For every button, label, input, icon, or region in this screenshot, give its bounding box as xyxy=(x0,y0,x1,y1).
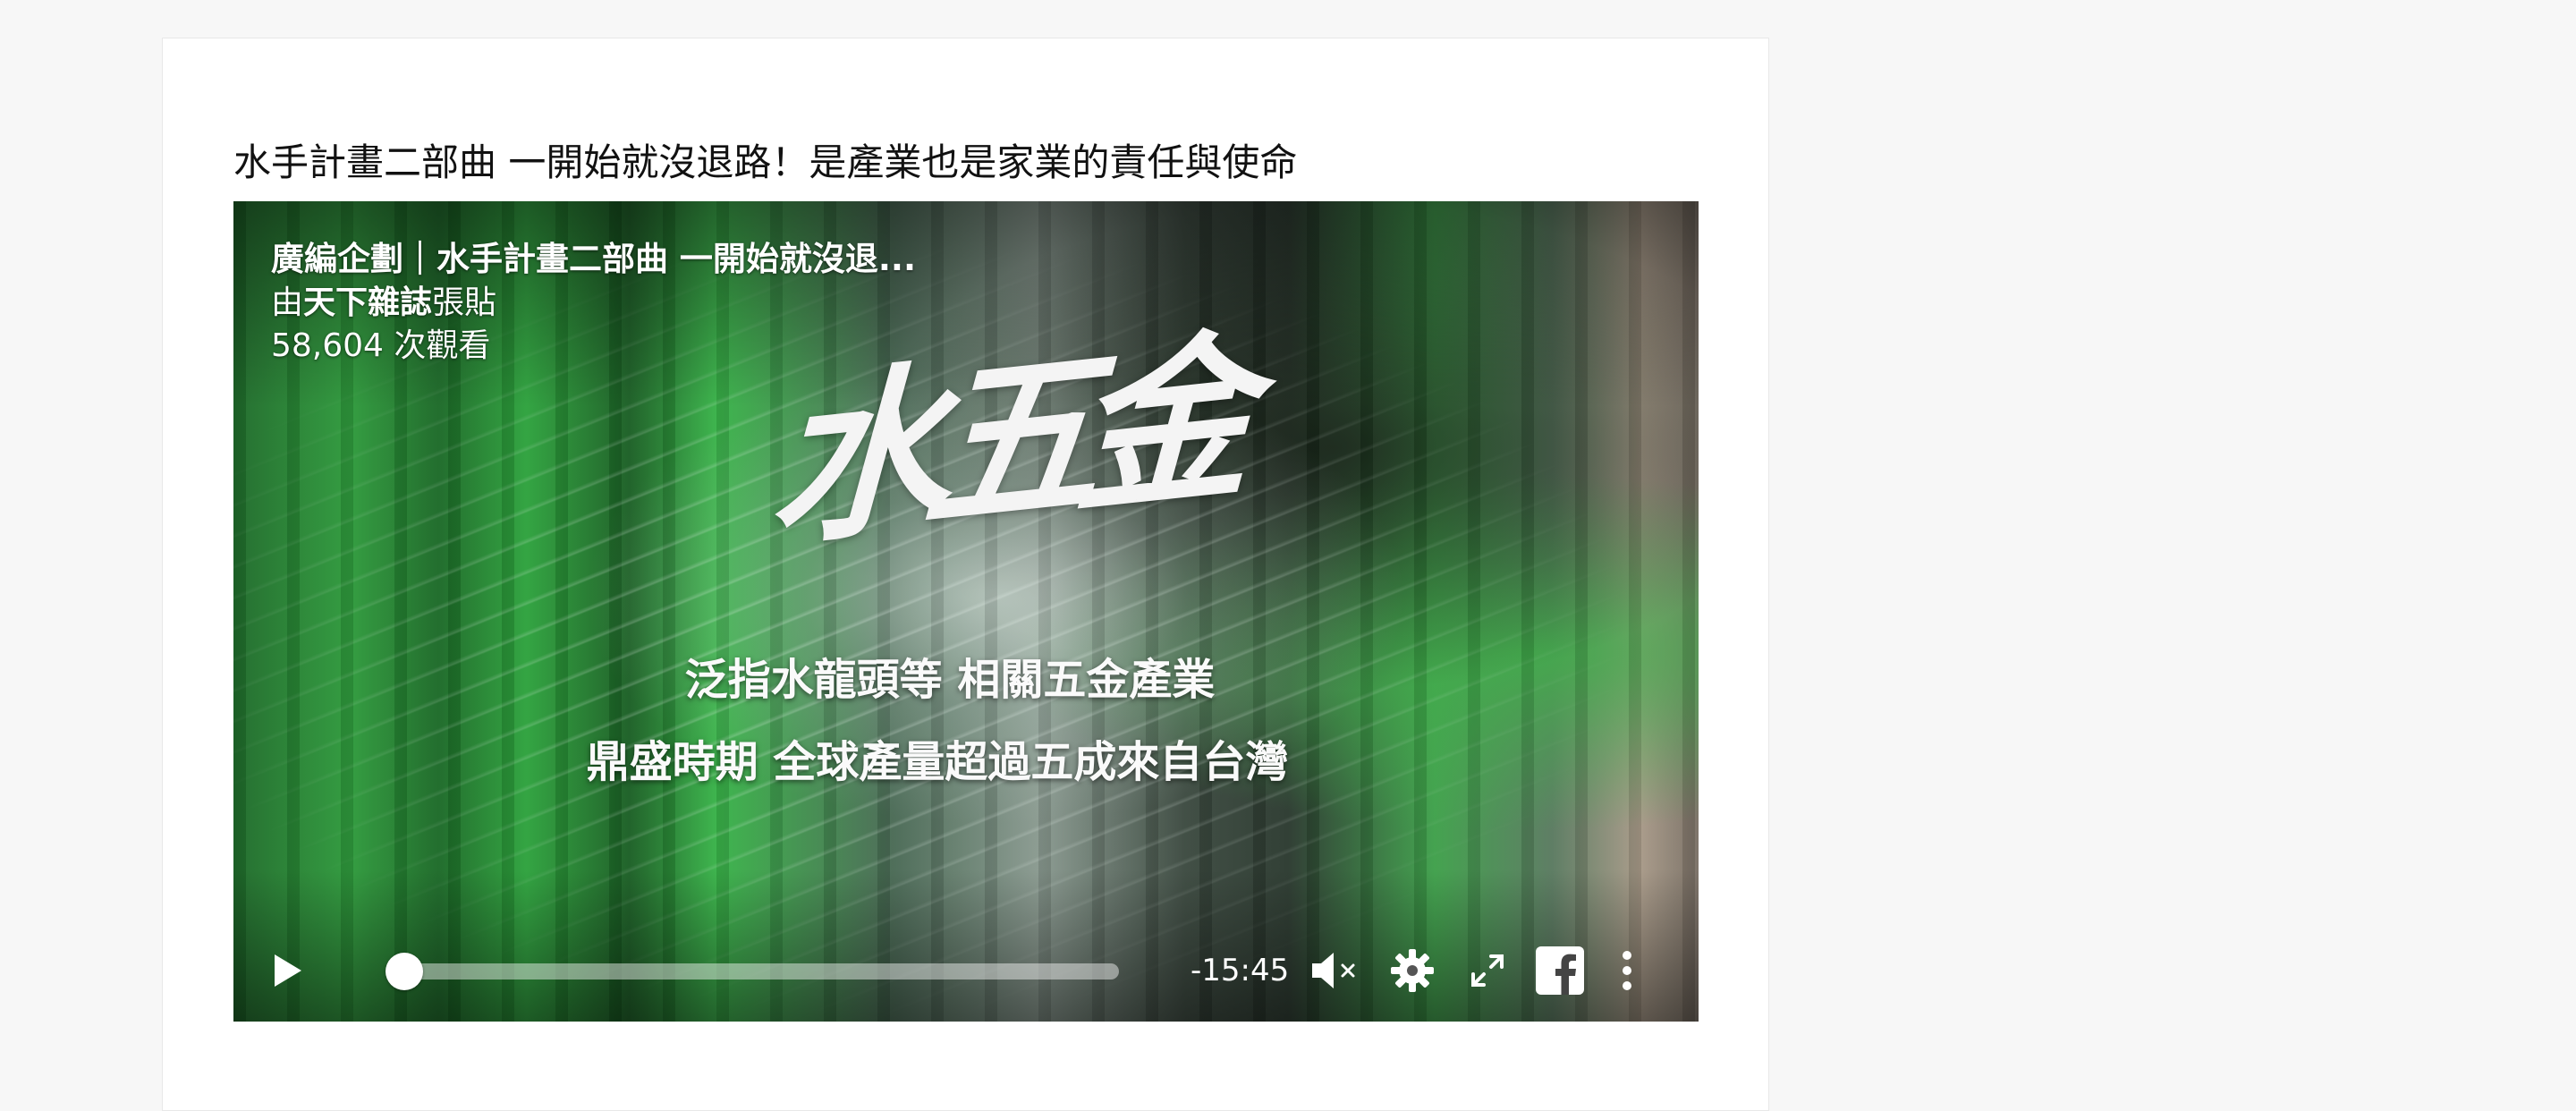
player-controls: -15:45 xyxy=(233,935,1699,1006)
settings-button[interactable] xyxy=(1381,935,1444,1006)
facebook-button[interactable] xyxy=(1529,935,1591,1006)
fullscreen-button[interactable] xyxy=(1456,935,1519,1006)
video-caption-line-2: 鼎盛時期 全球產量超過五成來自台灣 xyxy=(586,737,1289,787)
progress-scrubber-handle[interactable] xyxy=(386,953,424,990)
poster-prefix: 由 xyxy=(271,284,304,321)
progress-bar[interactable] xyxy=(386,953,1119,990)
vertical-dots-icon xyxy=(1623,951,1631,990)
video-poster-line: 由天下雜誌張貼 xyxy=(271,282,916,325)
mute-button[interactable] xyxy=(1302,935,1365,1006)
gear-icon xyxy=(1391,949,1434,992)
video-title-link[interactable]: 廣編企劃｜水手計畫二部曲 一開始就沒退... xyxy=(271,237,916,282)
view-count: 58,604 次觀看 xyxy=(271,327,491,364)
time-remaining: -15:45 xyxy=(1191,953,1290,988)
article-title: 水手計畫二部曲 一開始就沒退路！是產業也是家業的責任與使命 xyxy=(233,140,1298,185)
poster-page-link[interactable]: 天下雜誌 xyxy=(303,284,432,321)
play-icon xyxy=(275,954,301,987)
facebook-icon xyxy=(1536,946,1584,995)
speaker-muted-icon xyxy=(1312,953,1355,988)
video-player[interactable]: 水五金 泛指水龍頭等 相關五金產業 鼎盛時期 全球產量超過五成來自台灣 廣編企劃… xyxy=(233,201,1699,1022)
video-caption-line-1: 泛指水龍頭等 相關五金產業 xyxy=(684,655,1216,705)
expand-icon xyxy=(1471,954,1504,987)
more-options-button[interactable] xyxy=(1602,935,1652,1006)
poster-suffix: 張貼 xyxy=(432,284,497,321)
video-info: 廣編企劃｜水手計畫二部曲 一開始就沒退... 由天下雜誌張貼 58,604 次觀… xyxy=(271,237,916,368)
play-button[interactable] xyxy=(264,935,312,1006)
